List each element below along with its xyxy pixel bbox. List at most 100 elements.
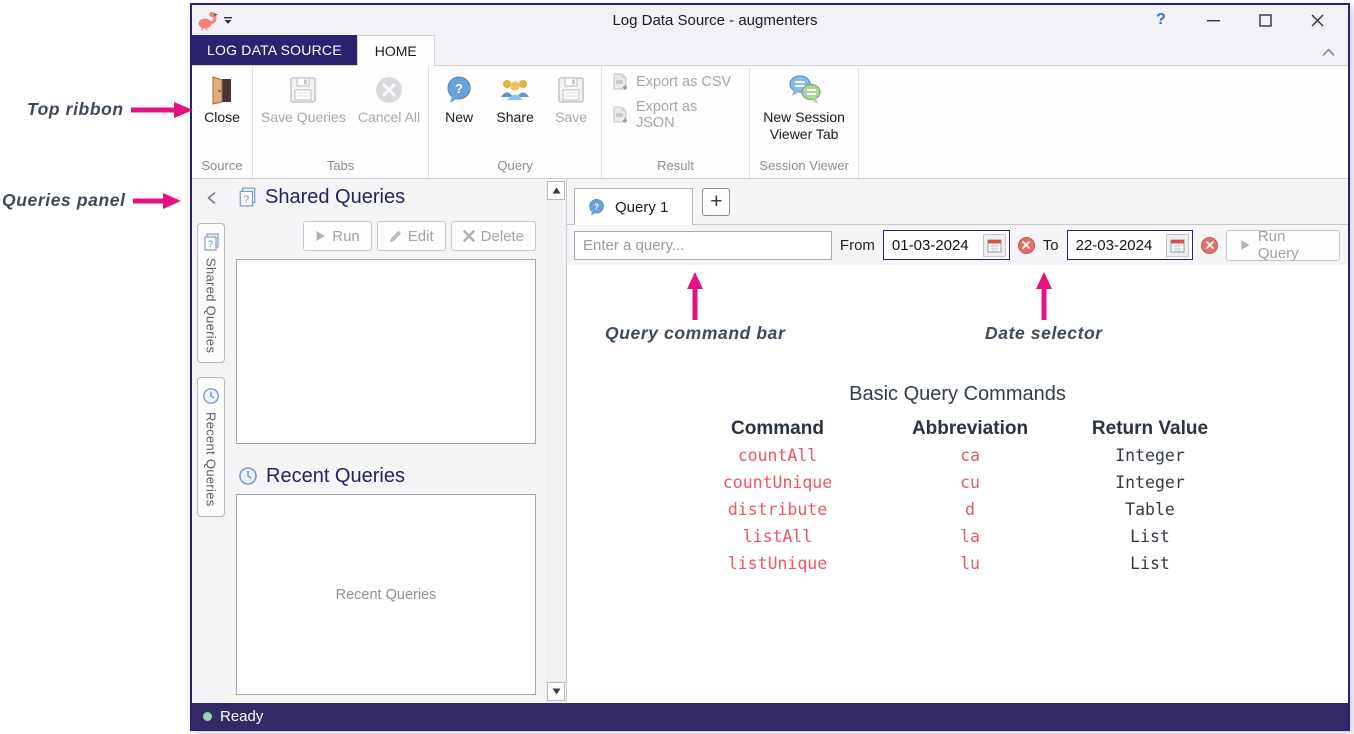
export-csv-label: Export as CSV [636, 74, 731, 90]
table-cell: listAll [665, 523, 890, 550]
delete-button[interactable]: Delete [451, 221, 536, 251]
chevron-up-icon [1321, 46, 1336, 58]
close-source-button[interactable]: Close [196, 69, 248, 126]
edit-label: Edit [408, 228, 434, 245]
run-query-button[interactable]: Run Query [1226, 230, 1340, 261]
table-cell: ca [890, 442, 1050, 469]
from-date-input[interactable] [884, 237, 980, 254]
to-date-input[interactable] [1068, 237, 1164, 254]
col-header-return-value: Return Value [1050, 415, 1250, 442]
run-label: Run [332, 228, 360, 245]
floppy-disk-icon [556, 73, 586, 107]
play-icon [1240, 239, 1250, 251]
collapse-ribbon-button[interactable] [1318, 43, 1338, 61]
cancel-circle-icon [374, 73, 404, 107]
new-session-viewer-button[interactable]: New Session Viewer Tab [754, 69, 854, 143]
share-query-label: Share [496, 109, 533, 126]
from-date-field [883, 230, 1010, 260]
close-icon [1311, 14, 1324, 27]
annotation-date-selector: Date selector [985, 272, 1103, 344]
save-queries-button[interactable]: Save Queries [257, 69, 350, 126]
scroll-down-button[interactable] [547, 682, 565, 701]
group-label-result: Result [606, 158, 745, 178]
window-title: Log Data Source - augmenters [346, 12, 1084, 29]
cancel-all-button[interactable]: Cancel All [354, 69, 424, 126]
table-cell: listUnique [665, 550, 890, 577]
shared-queries-title: Shared Queries [265, 186, 405, 209]
save-query-button[interactable]: Save [545, 69, 597, 126]
clear-x-icon [1206, 241, 1214, 249]
chat-bubbles-icon [786, 73, 822, 107]
save-queries-label: Save Queries [261, 109, 346, 126]
edit-button[interactable]: Edit [377, 221, 446, 251]
help-icon: ? [1156, 11, 1166, 29]
tab-log-data-source[interactable]: LOG DATA SOURCE [192, 35, 357, 65]
export-json-button[interactable]: Export as JSON [612, 99, 739, 131]
close-window-button[interactable] [1304, 9, 1330, 31]
new-query-button[interactable]: ? New [433, 69, 485, 126]
share-query-button[interactable]: Share [489, 69, 541, 126]
to-label: To [1043, 237, 1059, 254]
annotation-queries-panel: Queries panel [2, 190, 181, 211]
svg-text:?: ? [244, 195, 250, 206]
col-header-command: Command [665, 415, 890, 442]
annotation-top-ribbon-label: Top ribbon [27, 99, 124, 120]
json-file-icon [612, 106, 629, 124]
titlebar: Log Data Source - augmenters ? [192, 5, 1348, 35]
csv-file-icon [612, 73, 629, 91]
x-icon [463, 230, 475, 242]
status-dot-icon [203, 712, 212, 721]
scroll-up-button[interactable] [547, 181, 565, 200]
add-query-tab-button[interactable]: + [702, 188, 730, 216]
table-cell: countAll [665, 442, 890, 469]
maximize-button[interactable] [1252, 9, 1278, 31]
table-cell: List [1050, 523, 1250, 550]
ribbon-group-source: Close Source [192, 66, 253, 178]
ribbon-group-tabs: Save Queries Cancel All Tabs [253, 66, 429, 178]
arrow-up-icon [1035, 272, 1053, 320]
status-text: Ready [220, 708, 263, 725]
group-label-query: Query [433, 158, 597, 178]
group-label-tabs: Tabs [257, 158, 424, 178]
question-bubble-icon: ? [444, 73, 474, 107]
app-menu[interactable] [196, 9, 346, 31]
arrow-right-icon [131, 101, 193, 119]
from-label: From [840, 237, 875, 254]
from-calendar-button[interactable] [983, 234, 1006, 257]
ribbon-group-result: Export as CSV Export as JSON Result [602, 66, 750, 178]
run-button[interactable]: Run [303, 221, 372, 251]
help-button[interactable]: ? [1148, 9, 1174, 31]
cancel-all-label: Cancel All [358, 109, 420, 126]
quick-menu-caret-icon [222, 14, 234, 26]
clear-from-date-button[interactable] [1018, 237, 1035, 254]
group-label-session-viewer: Session Viewer [754, 158, 854, 178]
minimize-icon [1207, 14, 1220, 27]
recent-queries-list[interactable]: Recent Queries [236, 494, 536, 695]
queries-panel: ? Shared Queries Run Edit [230, 179, 546, 703]
sidebar-item-recent-queries[interactable]: Recent Queries [197, 377, 225, 517]
svg-text:?: ? [594, 202, 599, 211]
export-csv-button[interactable]: Export as CSV [612, 73, 731, 91]
shared-queries-list[interactable] [236, 259, 536, 444]
clear-to-date-button[interactable] [1201, 237, 1218, 254]
play-icon [315, 230, 326, 242]
to-calendar-button[interactable] [1166, 234, 1189, 257]
scroll-track[interactable] [546, 200, 566, 682]
query-input[interactable] [574, 231, 832, 260]
arrow-up-icon [686, 272, 704, 320]
sidebar-item-shared-queries[interactable]: ? Shared Queries [197, 223, 225, 363]
panel-scrollbar[interactable] [546, 179, 566, 703]
tab-query-1[interactable]: ? Query 1 [574, 188, 693, 225]
table-cell: cu [890, 469, 1050, 496]
commands-title: Basic Query Commands [849, 383, 1066, 406]
clock-icon [202, 387, 220, 405]
table-cell: countUnique [665, 469, 890, 496]
svg-text:?: ? [207, 239, 212, 249]
chevron-left-icon [205, 191, 218, 205]
annotation-queries-panel-label: Queries panel [2, 190, 126, 211]
tab-home[interactable]: HOME [357, 35, 435, 66]
minimize-button[interactable] [1200, 9, 1226, 31]
collapse-panel-button[interactable] [200, 187, 222, 209]
query-tab-label: Query 1 [615, 199, 668, 216]
to-date-field [1067, 230, 1194, 260]
